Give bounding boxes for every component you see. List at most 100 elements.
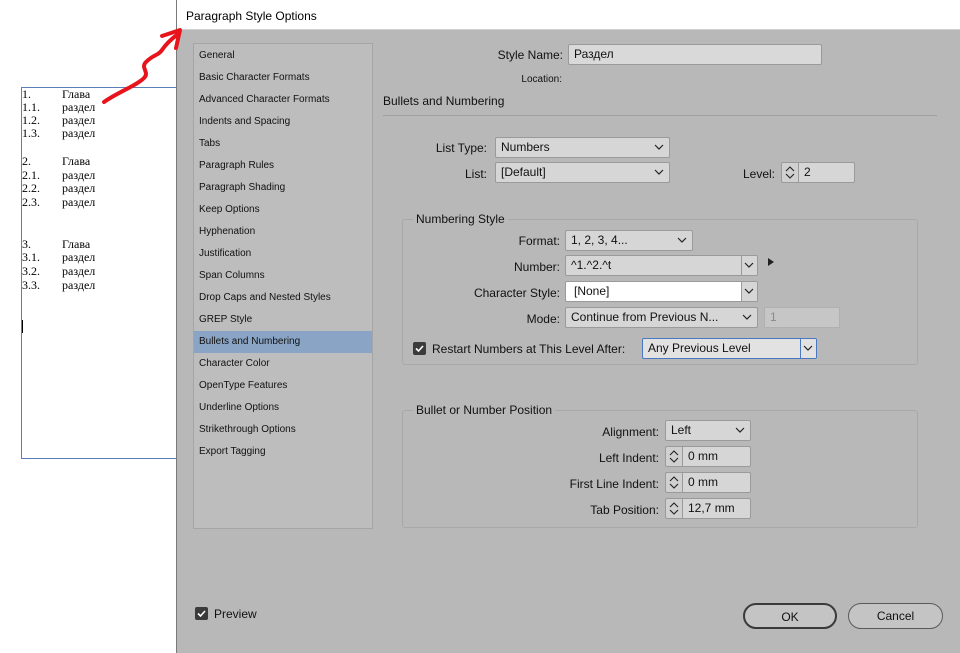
character-style-dropdown[interactable]: [None] xyxy=(565,281,758,302)
category-item-tabs[interactable]: Tabs xyxy=(194,133,372,155)
stepper-arrows-icon xyxy=(669,502,679,515)
category-item-opentype-features[interactable]: OpenType Features xyxy=(194,375,372,397)
left-indent-input[interactable]: 0 mm xyxy=(682,446,751,467)
section-title: Bullets and Numbering xyxy=(383,94,505,108)
line-text: раздел xyxy=(62,195,96,209)
style-name-input[interactable]: Раздел xyxy=(568,44,822,65)
line-text: раздел xyxy=(62,264,96,278)
restart-numbers-checkbox[interactable] xyxy=(413,342,426,355)
restart-level-value: Any Previous Level xyxy=(648,341,751,355)
category-item-general[interactable]: General xyxy=(194,45,372,67)
format-dropdown[interactable]: 1, 2, 3, 4... xyxy=(565,230,693,251)
mode-label: Mode: xyxy=(526,312,560,326)
category-item-basic-character-formats[interactable]: Basic Character Formats xyxy=(194,67,372,89)
chevron-down-icon xyxy=(744,288,754,294)
list-number: 3.2. xyxy=(22,264,40,278)
chevron-down-icon xyxy=(742,314,752,320)
left-indent-stepper[interactable] xyxy=(665,446,683,467)
stepper-arrows-icon xyxy=(669,476,679,489)
category-item-paragraph-shading[interactable]: Paragraph Shading xyxy=(194,177,372,199)
category-item-advanced-character-formats[interactable]: Advanced Character Formats xyxy=(194,89,372,111)
list-number: 3.1. xyxy=(22,250,40,264)
tab-position-label: Tab Position: xyxy=(590,503,659,517)
style-name-label: Style Name: xyxy=(497,48,563,62)
category-list: General Basic Character Formats Advanced C… xyxy=(193,43,373,529)
line-text: раздел xyxy=(62,168,96,182)
first-line-indent-input[interactable]: 0 mm xyxy=(682,472,751,493)
category-item-justification[interactable]: Justification xyxy=(194,243,372,265)
document-line: 1.2. раздел xyxy=(22,113,95,127)
list-number: 2.1. xyxy=(22,168,40,182)
list-number: 1.2. xyxy=(22,113,40,127)
category-item-keep-options[interactable]: Keep Options xyxy=(194,199,372,221)
chevron-down-icon xyxy=(654,144,664,150)
list-dropdown[interactable]: [Default] xyxy=(495,162,670,183)
chevron-down-icon xyxy=(654,169,664,175)
alignment-label: Alignment: xyxy=(602,425,659,439)
numbering-style-title: Numbering Style xyxy=(413,212,508,226)
document-line: 1.3. раздел xyxy=(22,126,95,140)
category-item-export-tagging[interactable]: Export Tagging xyxy=(194,441,372,463)
format-value: 1, 2, 3, 4... xyxy=(571,233,628,247)
list-type-value: Numbers xyxy=(501,140,550,154)
line-text: Глава xyxy=(62,87,91,101)
location-label: Location: xyxy=(521,74,562,85)
line-text: раздел xyxy=(62,181,96,195)
list-number: 1. xyxy=(22,87,31,101)
preview-checkbox[interactable] xyxy=(195,607,208,620)
chevron-down-icon xyxy=(744,262,754,268)
line-text: раздел xyxy=(62,126,96,140)
document-line: 2.3. раздел xyxy=(22,195,95,209)
bullet-position-group xyxy=(402,410,918,528)
line-text: раздел xyxy=(62,278,96,292)
document-line: 3.3. раздел xyxy=(22,278,95,292)
category-item-drop-caps-and-nested-styles[interactable]: Drop Caps and Nested Styles xyxy=(194,287,372,309)
category-item-span-columns[interactable]: Span Columns xyxy=(194,265,372,287)
category-item-paragraph-rules[interactable]: Paragraph Rules xyxy=(194,155,372,177)
chevron-down-icon xyxy=(735,427,745,433)
restart-level-dropdown[interactable]: Any Previous Level xyxy=(642,338,817,359)
list-type-dropdown[interactable]: Numbers xyxy=(495,137,670,158)
chevron-down-icon xyxy=(803,345,813,351)
first-line-indent-stepper[interactable] xyxy=(665,472,683,493)
line-text: раздел xyxy=(62,100,96,114)
ok-button[interactable]: OK xyxy=(743,603,837,629)
number-input[interactable]: ^1.^2.^t xyxy=(565,255,758,276)
number-label: Number: xyxy=(513,260,560,274)
stepper-arrows-icon xyxy=(785,166,795,179)
list-number: 2.2. xyxy=(22,181,40,195)
category-item-indents-and-spacing[interactable]: Indents and Spacing xyxy=(194,111,372,133)
category-item-hyphenation[interactable]: Hyphenation xyxy=(194,221,372,243)
document-line: 3.1. раздел xyxy=(22,250,95,264)
mode-start-input: 1 xyxy=(764,307,840,328)
document-line: 1. Глава xyxy=(22,87,90,101)
mode-value: Continue from Previous N... xyxy=(571,310,719,324)
document-line: 2. Глава xyxy=(22,154,90,168)
screen: 1. Глава 1.1. раздел 1.2. раздел 1.3. раздел 2. Г… xyxy=(0,0,960,653)
list-number: 2.3. xyxy=(22,195,40,209)
category-item-underline-options[interactable]: Underline Options xyxy=(194,397,372,419)
category-item-strikethrough-options[interactable]: Strikethrough Options xyxy=(194,419,372,441)
level-stepper[interactable] xyxy=(781,162,799,183)
category-item-grep-style[interactable]: GREP Style xyxy=(194,309,372,331)
list-number: 3. xyxy=(22,237,31,251)
chevron-down-icon xyxy=(677,237,687,243)
cancel-button[interactable]: Cancel xyxy=(848,603,943,629)
category-item-bullets-and-numbering[interactable]: Bullets and Numbering xyxy=(194,331,372,353)
list-label: List: xyxy=(464,167,487,181)
list-number: 2. xyxy=(22,154,31,168)
category-item-character-color[interactable]: Character Color xyxy=(194,353,372,375)
document-line: 3. Глава xyxy=(22,237,90,251)
level-input[interactable]: 2 xyxy=(798,162,855,183)
line-text: раздел xyxy=(62,113,96,127)
line-text: Глава xyxy=(62,154,91,168)
line-text: Глава xyxy=(62,237,91,251)
insert-special-character-icon[interactable] xyxy=(767,257,775,267)
alignment-dropdown[interactable]: Left xyxy=(665,420,751,441)
stepper-arrows-icon xyxy=(669,450,679,463)
tab-position-stepper[interactable] xyxy=(665,498,683,519)
list-type-label: List Type: xyxy=(435,141,487,155)
dialog-titlebar[interactable]: Paragraph Style Options xyxy=(177,0,960,30)
tab-position-input[interactable]: 12,7 mm xyxy=(682,498,751,519)
mode-dropdown[interactable]: Continue from Previous N... xyxy=(565,307,758,328)
